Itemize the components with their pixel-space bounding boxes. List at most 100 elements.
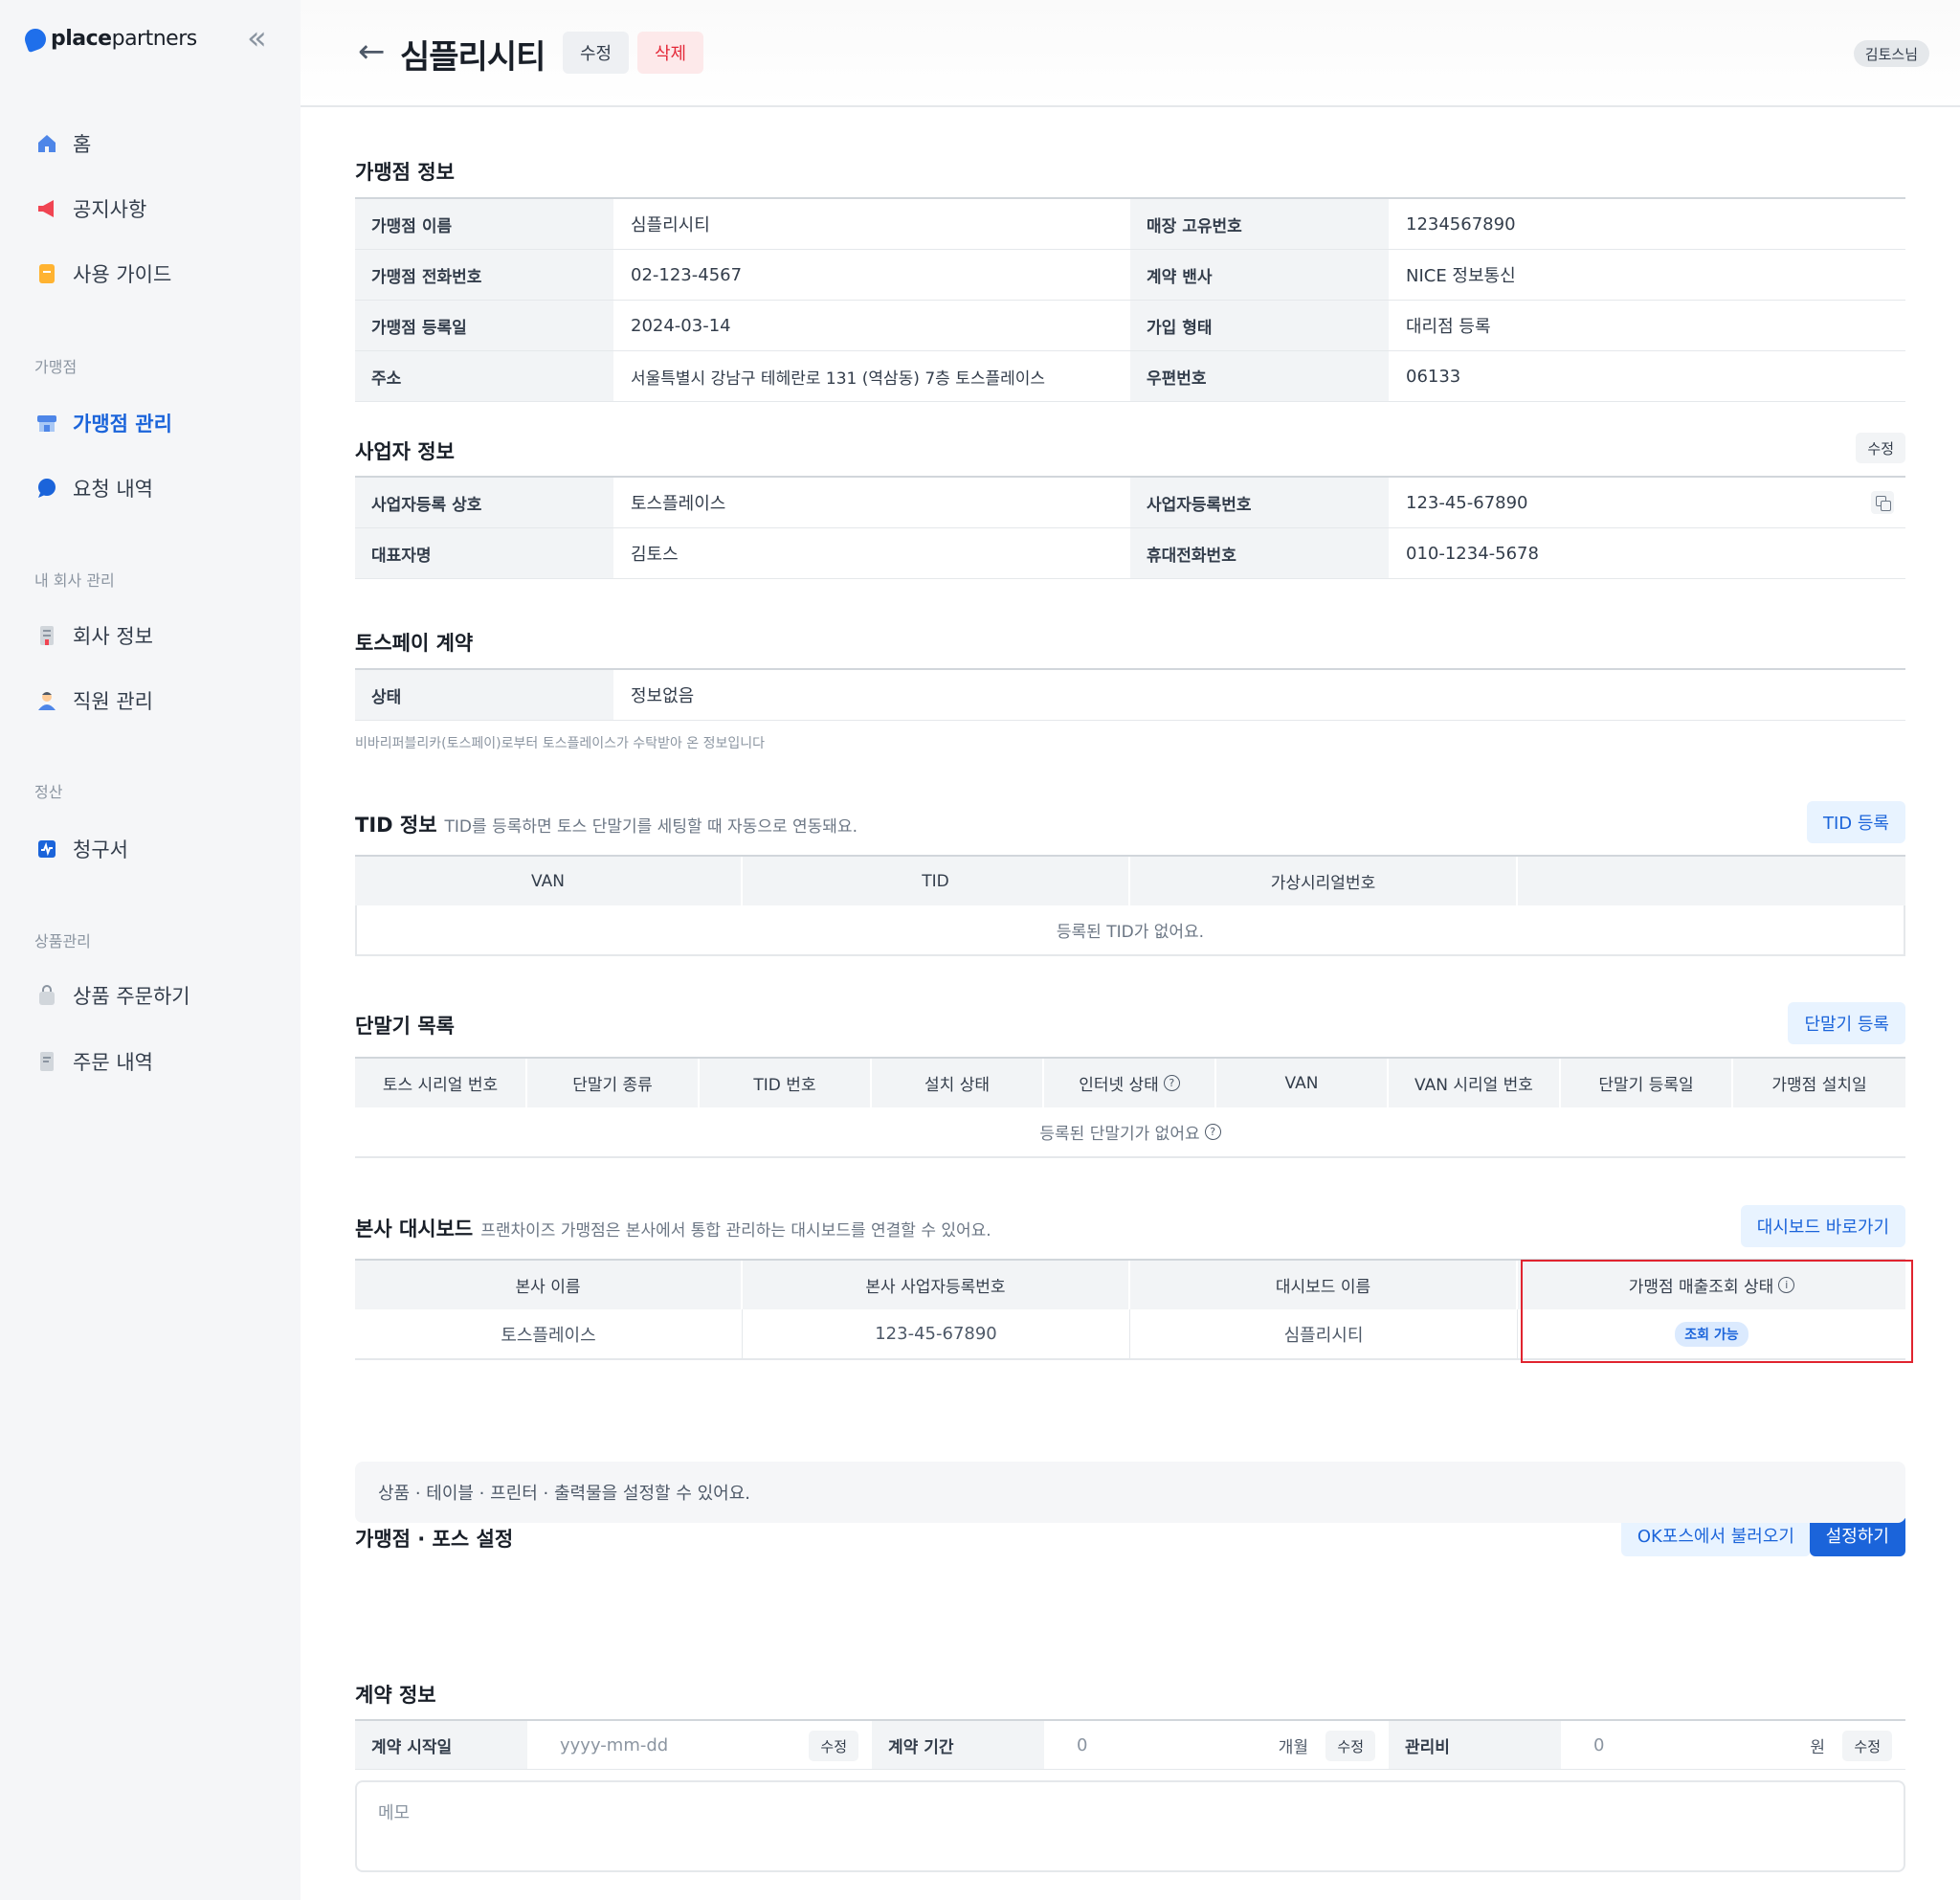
field-label: 대표자명 [355, 528, 613, 578]
field-label: 계약 밴사 [1130, 250, 1389, 300]
field-value: 2024-03-14 [631, 315, 731, 336]
pos-settings-desc: 상품 · 테이블 · 프린터 · 출력물을 설정할 수 있어요. [355, 1462, 1905, 1523]
column-header: 단말기 등록일 [1561, 1059, 1733, 1107]
nav-home[interactable]: 홈 [34, 124, 91, 163]
nav-order-products[interactable]: 상품 주문하기 [34, 976, 190, 1015]
register-tid-button[interactable]: TID 등록 [1806, 801, 1905, 843]
field-label: 매장 고유번호 [1130, 199, 1389, 249]
field-label: 계약 시작일 [355, 1721, 527, 1769]
field-label: 사업자등록번호 [1130, 478, 1389, 527]
contract-title: 계약 정보 [355, 1684, 436, 1707]
status-badge: 조회 가능 [1675, 1321, 1748, 1347]
field-value: NICE 정보통신 [1406, 266, 1516, 286]
table-row: 대표자명 김토스 휴대전화번호 010-1234-5678 [355, 528, 1905, 579]
column-header: 인터넷 상태? [1044, 1059, 1216, 1107]
table-row: 가맹점 전화번호 02-123-4567 계약 밴사 NICE 정보통신 [355, 250, 1905, 301]
nav-requests[interactable]: 요청 내역 [34, 469, 153, 507]
logo[interactable]: place partners [21, 25, 197, 53]
nav-invoice[interactable]: 청구서 [34, 830, 128, 868]
column-header: 대시보드 이름 [1130, 1261, 1518, 1309]
invoice-icon [34, 837, 59, 861]
page-title: 심플리시티 [400, 38, 546, 77]
period-unit: 개월 [1278, 1737, 1308, 1757]
dashboard-title: 본사 대시보드 프랜차이즈 가맹점은 본사에서 통합 관리하는 대시보드를 연결할… [355, 1218, 991, 1241]
nav-store-management[interactable]: 가맹점 관리 [34, 404, 172, 442]
field-label: 계약 기간 [872, 1721, 1044, 1769]
column-header [1518, 857, 1905, 905]
field-label: 주소 [355, 351, 613, 401]
user-badge[interactable]: 김토스님 [1853, 40, 1929, 67]
column-header: 본사 사업자등록번호 [743, 1261, 1130, 1309]
table-cell: 토스플레이스 [355, 1309, 743, 1358]
sidebar: place partners « 홈 공지사항 사용 가이드 가맹점 가맹점 관… [0, 0, 301, 1900]
section-product: 상품관리 [34, 932, 91, 950]
receipt-icon [34, 1049, 59, 1074]
help-icon[interactable]: ? [1163, 1075, 1180, 1091]
field-label: 우편번호 [1130, 351, 1389, 401]
field-label: 가맹점 등록일 [355, 301, 613, 350]
fee-unit: 원 [1810, 1737, 1825, 1757]
nav-guide[interactable]: 사용 가이드 [34, 255, 171, 293]
go-to-dashboard-button[interactable]: 대시보드 바로가기 [1740, 1205, 1905, 1247]
logo-icon [21, 25, 50, 53]
tosspay-title: 토스페이 계약 [355, 632, 474, 655]
nav-staff[interactable]: 직원 관리 [34, 682, 153, 720]
table-row: 가맹점 등록일 2024-03-14 가입 형태 대리점 등록 [355, 301, 1905, 351]
field-value: 대리점 등록 [1406, 317, 1491, 337]
column-header: 설치 상태 [872, 1059, 1044, 1107]
table-row: 상태 정보없음 [355, 670, 1905, 721]
contract-start-field[interactable]: yyyy-mm-dd 수정 [527, 1721, 872, 1769]
section-store: 가맹점 [34, 358, 78, 376]
memo-textarea[interactable]: 메모 [355, 1780, 1905, 1872]
column-header: 가상시리얼번호 [1130, 857, 1518, 905]
table-row: 토스플레이스 123-45-67890 심플리시티 조회 가능 [355, 1309, 1905, 1360]
nav-notice[interactable]: 공지사항 [34, 190, 146, 228]
copy-icon[interactable] [1871, 491, 1894, 514]
terminals-table: 토스 시리얼 번호 단말기 종류 TID 번호 설치 상태 인터넷 상태? VA… [355, 1057, 1905, 1158]
terminals-title: 단말기 목록 [355, 1015, 455, 1038]
column-header: TID 번호 [700, 1059, 872, 1107]
field-label: 휴대전화번호 [1130, 528, 1389, 578]
column-header: VAN [1216, 1059, 1389, 1107]
empty-state: 등록된 단말기가 없어요? [355, 1107, 1905, 1158]
field-label: 상태 [355, 670, 613, 720]
field-label: 가입 형태 [1130, 301, 1389, 350]
help-icon[interactable]: ? [1204, 1124, 1221, 1140]
back-arrow-icon[interactable]: ← [358, 33, 386, 71]
delete-store-button[interactable]: 삭제 [637, 32, 704, 74]
column-header: 가맹점 매출조회 상태 i [1518, 1261, 1905, 1309]
field-label: 관리비 [1389, 1721, 1561, 1769]
collapse-sidebar-icon[interactable]: « [247, 22, 267, 55]
tid-table: VAN TID 가상시리얼번호 등록된 TID가 없어요. [355, 855, 1905, 956]
field-value: 123-45-67890 [1406, 492, 1528, 513]
page-header: ← 심플리시티 수정 삭제 김토스님 [301, 0, 1960, 107]
field-value: 김토스 [631, 545, 679, 565]
dashboard-table: 본사 이름 본사 사업자등록번호 대시보드 이름 가맹점 매출조회 상태 i 토스… [355, 1259, 1905, 1360]
contract-row: 계약 시작일 yyyy-mm-dd 수정 계약 기간 0 개월 수정 관리비 0… [355, 1719, 1905, 1770]
bag-icon [34, 983, 59, 1008]
field-value: 010-1234-5678 [1406, 543, 1539, 564]
column-header: TID [743, 857, 1130, 905]
empty-state: 등록된 TID가 없어요. [355, 905, 1905, 956]
person-icon [34, 688, 59, 713]
register-terminal-button[interactable]: 단말기 등록 [1788, 1002, 1905, 1044]
business-info-title: 사업자 정보 [355, 440, 455, 463]
column-header: 토스 시리얼 번호 [355, 1059, 527, 1107]
contract-period-field[interactable]: 0 개월 수정 [1044, 1721, 1389, 1769]
field-value: 1234567890 [1406, 213, 1516, 235]
nav-company-info[interactable]: 회사 정보 [34, 616, 153, 655]
info-icon[interactable]: i [1778, 1277, 1795, 1293]
edit-fee-button[interactable]: 수정 [1842, 1731, 1892, 1761]
dashboard-desc: 프랜차이즈 가맹점은 본사에서 통합 관리하는 대시보드를 연결할 수 있어요. [480, 1221, 991, 1241]
contract-fee-field[interactable]: 0 원 수정 [1561, 1721, 1905, 1769]
edit-start-button[interactable]: 수정 [809, 1731, 858, 1761]
table-header: VAN TID 가상시리얼번호 [355, 855, 1905, 905]
nav-order-history[interactable]: 주문 내역 [34, 1042, 153, 1081]
field-label: 사업자등록 상호 [355, 478, 613, 527]
business-info-table: 사업자등록 상호 토스플레이스 사업자등록번호 123-45-67890 대표자… [355, 476, 1905, 579]
edit-store-button[interactable]: 수정 [563, 32, 630, 74]
table-header: 본사 이름 본사 사업자등록번호 대시보드 이름 가맹점 매출조회 상태 i [355, 1259, 1905, 1309]
field-value: 토스플레이스 [631, 494, 726, 514]
edit-business-button[interactable]: 수정 [1856, 433, 1905, 463]
edit-period-button[interactable]: 수정 [1325, 1731, 1375, 1761]
